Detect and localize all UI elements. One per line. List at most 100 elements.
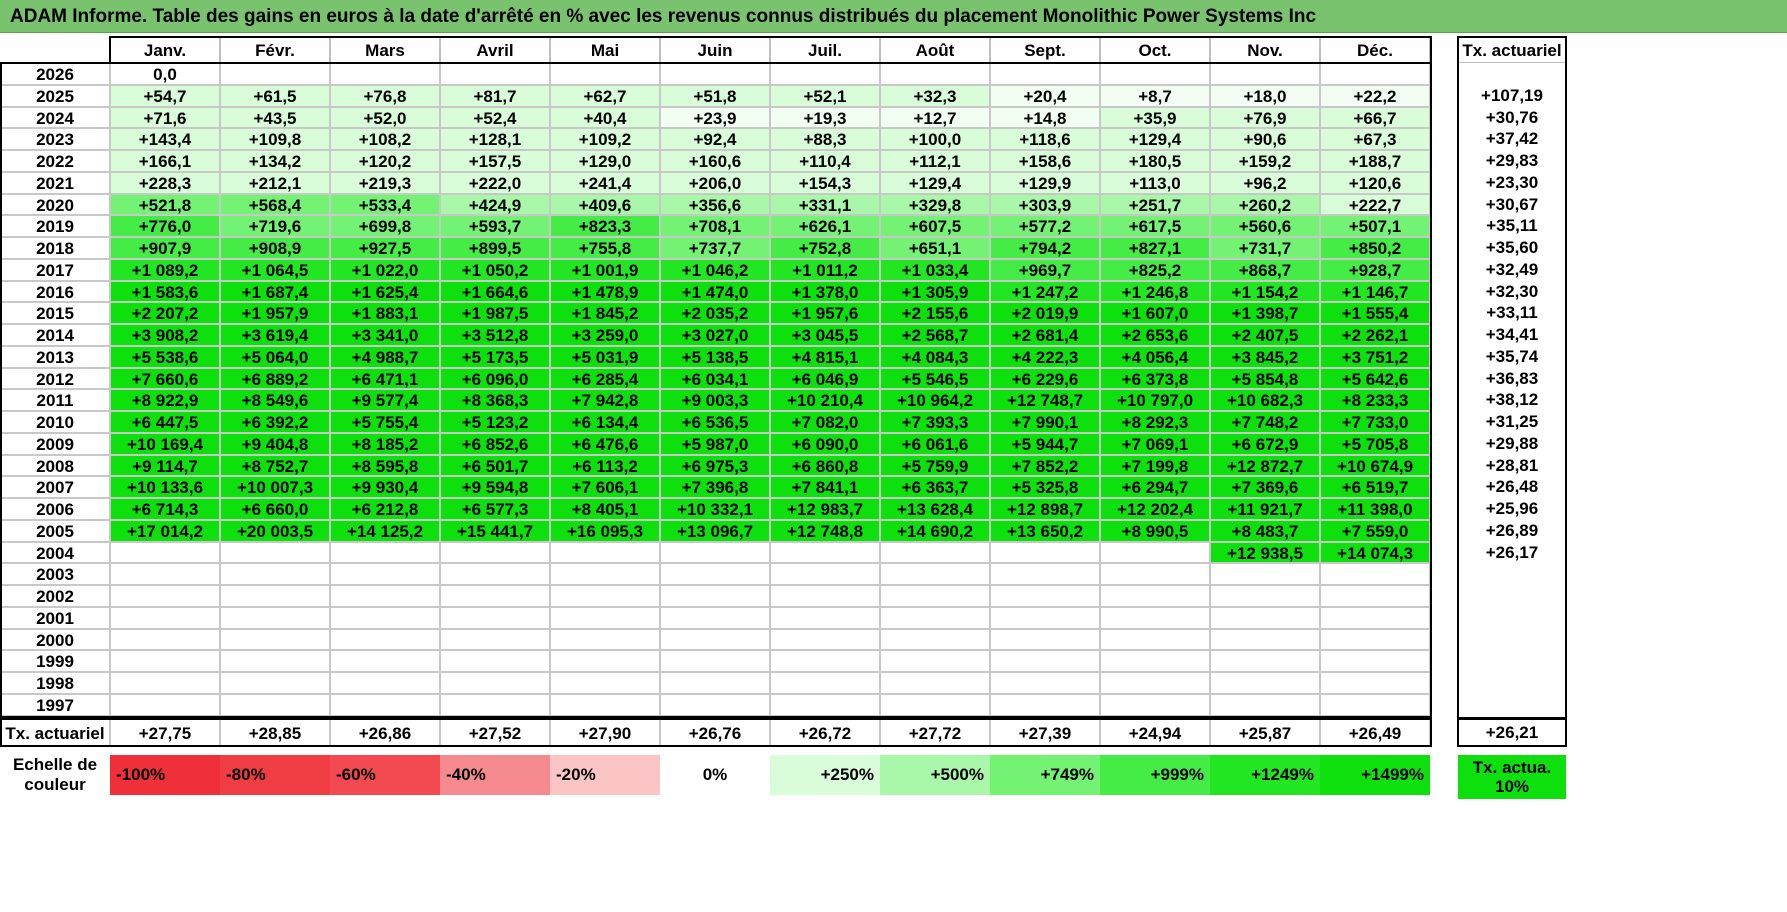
year-label: 2023 bbox=[0, 128, 110, 150]
table-cell: +10 682,3 bbox=[1210, 389, 1320, 411]
table-cell: +61,5 bbox=[220, 84, 330, 107]
table-cell: +20 003,5 bbox=[220, 519, 330, 542]
table-cell: +6 476,6 bbox=[550, 432, 660, 455]
color-scale-label: Echelle de couleur bbox=[12, 754, 98, 794]
table-cell: +2 155,6 bbox=[880, 302, 990, 324]
table-cell bbox=[330, 563, 440, 585]
table-cell bbox=[440, 541, 550, 564]
table-cell: +1 001,9 bbox=[550, 258, 660, 281]
table-cell: +67,3 bbox=[1320, 128, 1430, 150]
table-cell: +1 555,4 bbox=[1320, 302, 1430, 324]
month-header: Avril bbox=[440, 37, 550, 63]
table-cell: +5 138,5 bbox=[660, 345, 770, 368]
table-cell bbox=[550, 650, 660, 672]
table-cell bbox=[660, 606, 770, 629]
table-cell: +5 123,2 bbox=[440, 411, 550, 433]
month-header: Juin bbox=[660, 37, 770, 63]
table-cell: +6 090,0 bbox=[770, 432, 880, 455]
table-cell: +6 714,3 bbox=[110, 498, 220, 520]
table-cell bbox=[660, 628, 770, 651]
month-header: Juil. bbox=[770, 37, 880, 63]
table-cell bbox=[660, 63, 770, 85]
table-cell: +251,7 bbox=[1100, 193, 1210, 216]
table-cell: +7 733,0 bbox=[1320, 411, 1430, 433]
table-cell bbox=[880, 693, 990, 716]
table-cell bbox=[1100, 672, 1210, 694]
row-rate: +33,11 bbox=[1458, 302, 1566, 324]
row-rate: +32,30 bbox=[1458, 280, 1566, 303]
row-rate: +37,42 bbox=[1458, 128, 1566, 150]
table-cell bbox=[550, 541, 660, 564]
row-rate: +32,49 bbox=[1458, 258, 1566, 281]
table-cell bbox=[1100, 541, 1210, 564]
footer-rate: +27,52 bbox=[440, 718, 550, 746]
rate-header: Tx. actuariel bbox=[1458, 37, 1566, 63]
table-cell bbox=[1210, 585, 1320, 607]
table-cell: +1 378,0 bbox=[770, 280, 880, 303]
table-cell bbox=[220, 585, 330, 607]
table-cell bbox=[990, 628, 1100, 651]
table-cell: +699,8 bbox=[330, 215, 440, 237]
table-cell: +329,8 bbox=[880, 193, 990, 216]
table-cell bbox=[880, 63, 990, 85]
table-cell: +10 169,4 bbox=[110, 432, 220, 455]
table-cell bbox=[1210, 693, 1320, 716]
table-cell: +143,4 bbox=[110, 128, 220, 150]
table-cell: +32,3 bbox=[880, 84, 990, 107]
table-cell: +8 990,5 bbox=[1100, 519, 1210, 542]
table-cell bbox=[330, 672, 440, 694]
table-cell bbox=[990, 672, 1100, 694]
table-cell: +6 860,8 bbox=[770, 454, 880, 477]
footer-rate: +25,87 bbox=[1210, 718, 1320, 746]
table-cell: +241,4 bbox=[550, 171, 660, 194]
year-label: 2011 bbox=[0, 389, 110, 411]
table-cell: +969,7 bbox=[990, 258, 1100, 281]
table-cell: +4 222,3 bbox=[990, 345, 1100, 368]
year-label: 2002 bbox=[0, 585, 110, 607]
table-cell bbox=[110, 650, 220, 672]
table-cell: +1 883,1 bbox=[330, 302, 440, 324]
table-cell: +1 011,2 bbox=[770, 258, 880, 281]
table-cell: +1 987,5 bbox=[440, 302, 550, 324]
table-cell: +303,9 bbox=[990, 193, 1100, 216]
row-rate: +107,19 bbox=[1458, 84, 1566, 107]
table-cell bbox=[110, 606, 220, 629]
table-cell bbox=[550, 693, 660, 716]
row-rate: +31,25 bbox=[1458, 411, 1566, 433]
table-cell: +1 957,9 bbox=[220, 302, 330, 324]
table-cell: +10 674,9 bbox=[1320, 454, 1430, 477]
row-rate: +29,88 bbox=[1458, 432, 1566, 455]
table-cell: +7 369,6 bbox=[1210, 476, 1320, 498]
table-cell bbox=[1100, 585, 1210, 607]
table-cell: +22,2 bbox=[1320, 84, 1430, 107]
color-scale-swatch: -60% bbox=[330, 754, 440, 795]
table-cell: +81,7 bbox=[440, 84, 550, 107]
year-label: 1998 bbox=[0, 672, 110, 694]
table-cell: +12 748,8 bbox=[770, 519, 880, 542]
table-cell: +118,6 bbox=[990, 128, 1100, 150]
table-cell: +43,5 bbox=[220, 106, 330, 129]
table-cell: +1 022,0 bbox=[330, 258, 440, 281]
table-cell bbox=[770, 63, 880, 85]
table-cell: +128,1 bbox=[440, 128, 550, 150]
table-cell bbox=[770, 650, 880, 672]
table-cell: +6 373,8 bbox=[1100, 367, 1210, 390]
table-cell: +5 538,6 bbox=[110, 345, 220, 368]
table-cell bbox=[1210, 63, 1320, 85]
year-label: 2013 bbox=[0, 345, 110, 368]
table-cell: +5 705,8 bbox=[1320, 432, 1430, 455]
table-cell: +6 447,5 bbox=[110, 411, 220, 433]
table-cell: +8 752,7 bbox=[220, 454, 330, 477]
table-cell: +5 944,7 bbox=[990, 432, 1100, 455]
table-cell: +9 003,3 bbox=[660, 389, 770, 411]
table-cell bbox=[330, 606, 440, 629]
footer-rate: +27,72 bbox=[880, 718, 990, 746]
table-cell: +219,3 bbox=[330, 171, 440, 194]
table-cell: +5 064,0 bbox=[220, 345, 330, 368]
table-cell: +13 628,4 bbox=[880, 498, 990, 520]
table-cell: +1 625,4 bbox=[330, 280, 440, 303]
table-cell bbox=[440, 693, 550, 716]
page-title: ADAM Informe. Table des gains en euros à… bbox=[0, 0, 1787, 33]
table-cell: +6 889,2 bbox=[220, 367, 330, 390]
table-cell: +4 988,7 bbox=[330, 345, 440, 368]
